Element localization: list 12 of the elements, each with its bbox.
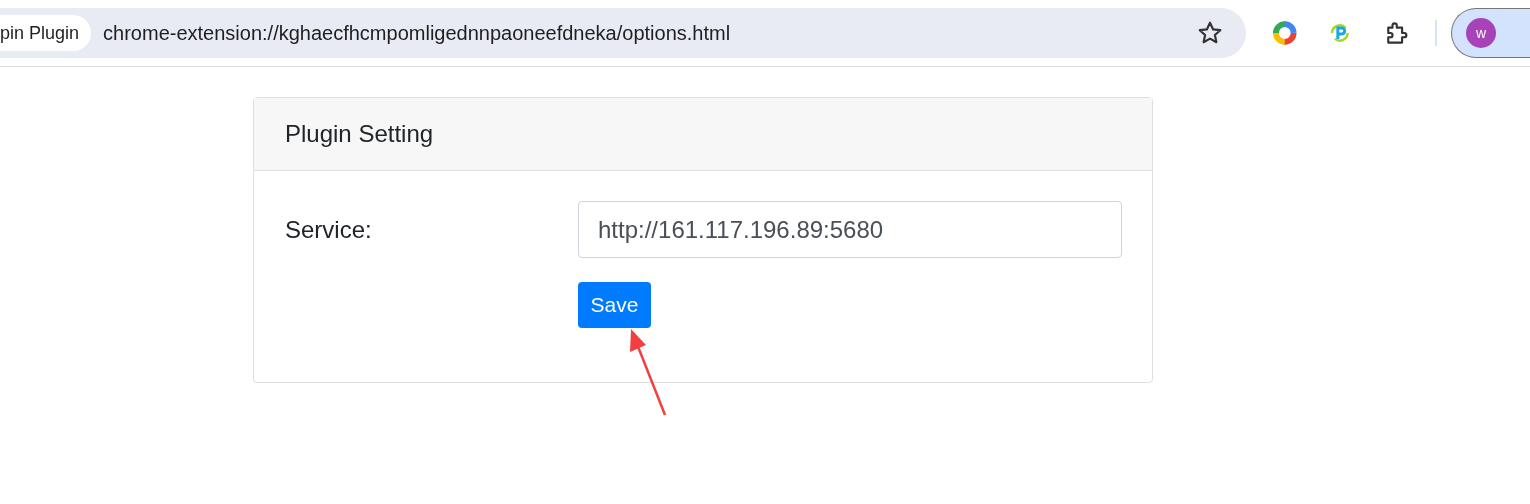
service-field[interactable]: http://161.117.196.89:5680 [578,201,1122,258]
site-chip[interactable]: pin Plugin [0,15,92,51]
address-bar[interactable]: pin Plugin chrome-extension://kghaecfhcmpomligednnpaoneefdneka/options.html [0,8,1247,58]
profile-button[interactable]: w [1451,8,1530,58]
extension-icon[interactable] [1328,21,1352,45]
profile-avatar: w [1466,18,1497,48]
card-title: Plugin Setting [285,119,434,149]
star-icon[interactable] [1197,20,1224,46]
url-text: chrome-extension://kghaecfhcmpomligednnpaoneefdneka/options.html [103,21,731,46]
ring-icon[interactable] [1272,20,1298,46]
service-label: Service: [285,214,373,245]
save-button[interactable]: Save [578,282,651,328]
